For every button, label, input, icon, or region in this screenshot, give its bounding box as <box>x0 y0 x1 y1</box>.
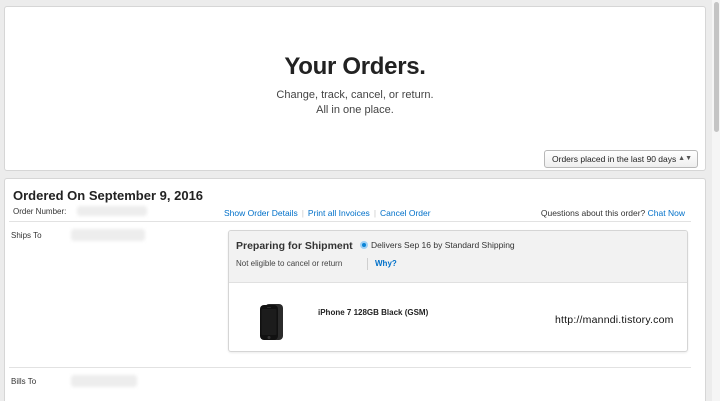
shipment-header: Preparing for Shipment Delivers Sep 16 b… <box>229 231 687 283</box>
bills-to-label: Bills To <box>11 377 37 386</box>
print-invoices-link[interactable]: Print all Invoices <box>308 208 370 218</box>
chat-now-link[interactable]: Chat Now <box>648 208 685 218</box>
delivery-estimate: Delivers Sep 16 by Standard Shipping <box>371 240 515 250</box>
shipment-status: Preparing for Shipment <box>236 240 353 252</box>
scrollbar-track[interactable] <box>712 0 720 401</box>
page-title: Your Orders. <box>284 53 426 80</box>
status-dot-icon <box>360 241 368 249</box>
questions-text: Questions about this order? <box>540 208 646 218</box>
orders-period-selected-value: Orders placed in the last 90 days <box>552 154 677 164</box>
order-number-redacted <box>77 206 147 216</box>
order-panel: Ordered On September 9, 2016 Order Numbe… <box>4 178 706 401</box>
hero-subtitle-line1: Change, track, cancel, or return. <box>276 89 434 101</box>
chevron-updown-icon: ▲▼ <box>678 155 692 162</box>
order-number-label: Order Number: <box>13 207 67 216</box>
iphone-image[interactable] <box>256 302 288 342</box>
link-divider: | <box>301 208 304 218</box>
divider <box>9 367 691 368</box>
divider <box>9 221 691 222</box>
ships-to-label: Ships To <box>11 231 42 240</box>
order-actions: Show Order Details | Print all Invoices | Ca… <box>224 208 431 218</box>
scrollbar-thumb[interactable] <box>714 2 719 132</box>
divider <box>367 258 368 270</box>
hero-subtitle-line2: All in one place. <box>316 104 394 116</box>
order-date-title: Ordered On September 9, 2016 <box>13 188 204 203</box>
bills-to-address-redacted <box>71 375 137 387</box>
cancel-order-link[interactable]: Cancel Order <box>380 208 431 218</box>
ships-to-address-redacted <box>71 229 145 241</box>
why-link[interactable]: Why? <box>375 259 397 268</box>
shipment-card: Preparing for Shipment Delivers Sep 16 b… <box>228 230 688 352</box>
order-help: Questions about this order? Chat Now <box>541 208 685 218</box>
product-name[interactable]: iPhone 7 128GB Black (GSM) <box>318 308 428 317</box>
cancel-eligibility-note: Not eligible to cancel or return <box>236 259 343 268</box>
show-order-details-link[interactable]: Show Order Details <box>224 208 298 218</box>
link-divider: | <box>373 208 377 218</box>
watermark-text: http://manndi.tistory.com <box>555 314 674 326</box>
orders-hero-panel: Your Orders. Change, track, cancel, or r… <box>4 6 706 171</box>
orders-period-select[interactable]: Orders placed in the last 90 days ▲▼ <box>544 150 698 168</box>
